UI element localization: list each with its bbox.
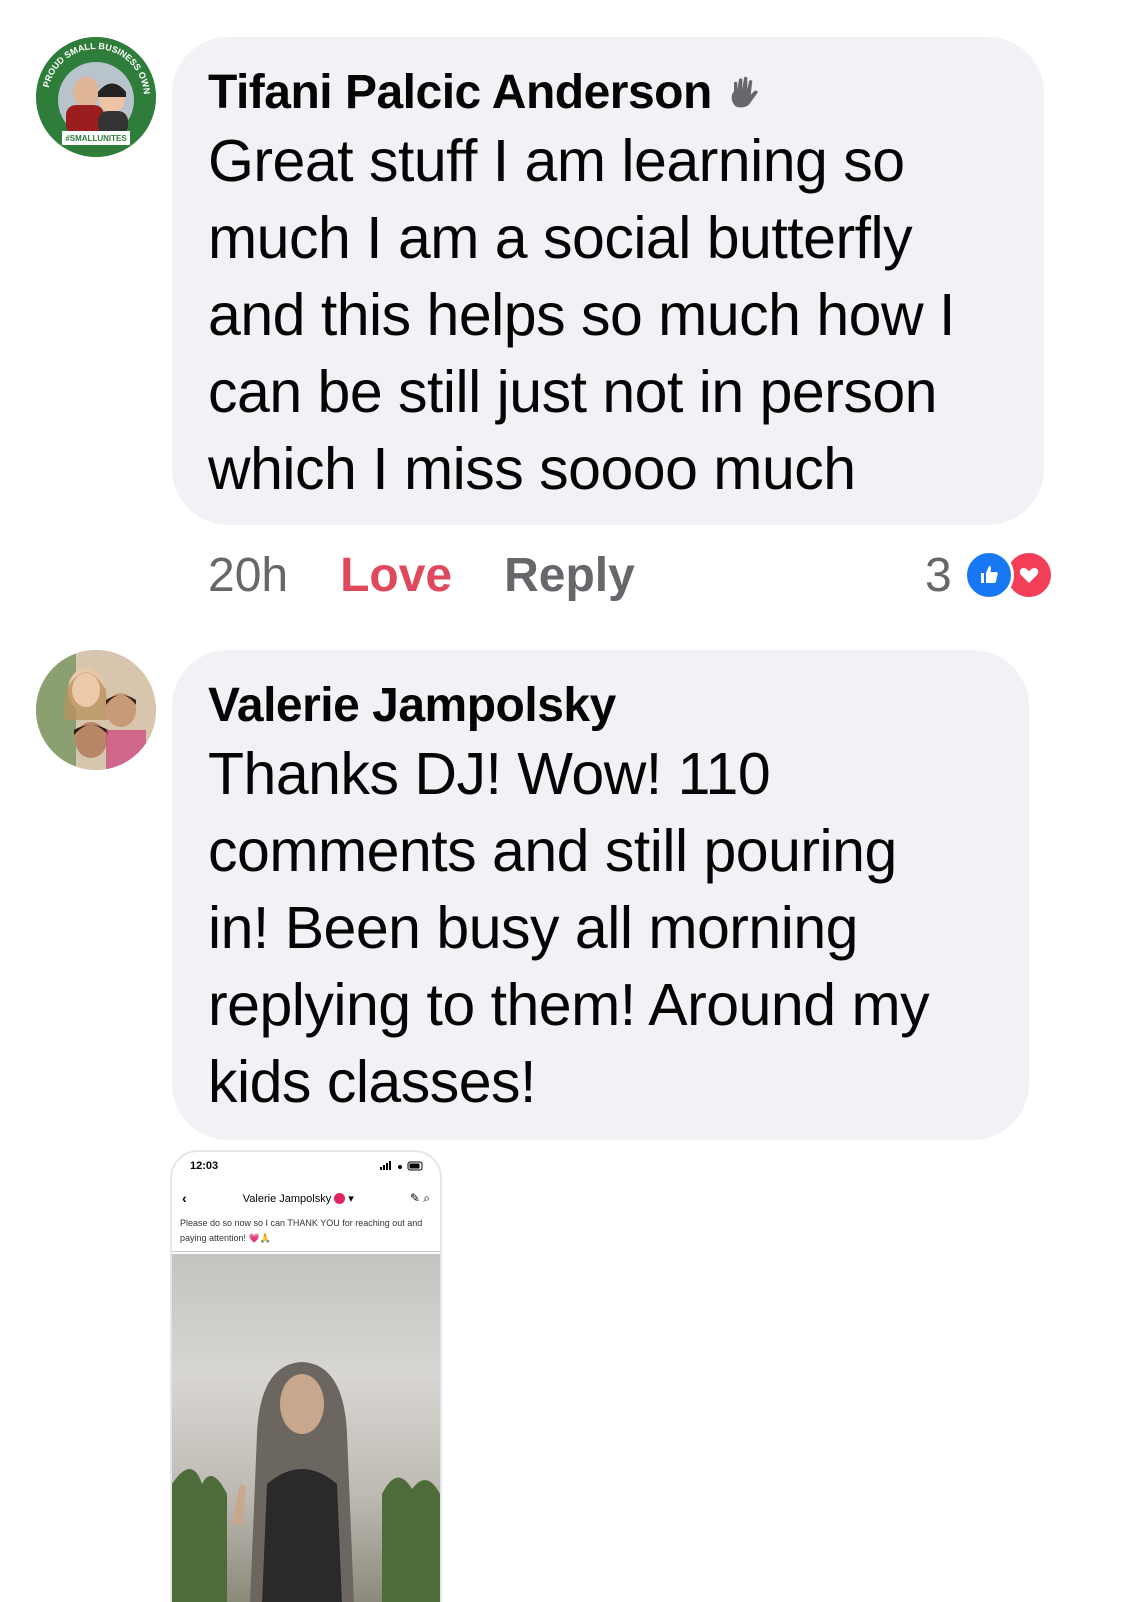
phone-header: ‹ Valerie Jampolsky ▾ ✎ ⌕ [172, 1180, 440, 1216]
attached-image[interactable]: 12:03 ‹ Valerie Jampolsky ▾ ✎ ⌕ Please d… [170, 1150, 442, 1602]
phone-status-bar: 12:03 [172, 1152, 440, 1180]
author-name[interactable]: Tifani Palcic Anderson [208, 63, 712, 123]
comment-author[interactable]: Tifani Palcic Anderson [208, 63, 1008, 123]
photo [172, 1254, 440, 1602]
comment-text: Great stuff I am learning so much I am a… [208, 128, 955, 502]
reaction-summary[interactable]: 3 [925, 545, 1054, 605]
notification-badge-icon [334, 1193, 346, 1205]
phone-header-title: Valerie Jampolsky ▾ [242, 1192, 354, 1205]
status-time: 12:03 [190, 1160, 219, 1172]
reaction-count: 3 [925, 548, 952, 602]
comment-author[interactable]: Valerie Jampolsky [208, 676, 993, 736]
avatar[interactable] [36, 650, 156, 770]
back-icon: ‹ [182, 1190, 187, 1206]
avatar-badge-bottom: #SMALLUNITES [65, 134, 127, 143]
wave-hand-icon [731, 76, 758, 108]
love-button[interactable]: Love [340, 548, 452, 603]
author-name[interactable]: Valerie Jampolsky [208, 676, 616, 736]
signal-battery-icon [380, 1161, 423, 1171]
edit-search-icons: ✎ ⌕ [409, 1190, 430, 1205]
comment-bubble: Valerie Jampolsky Thanks DJ! Wow! 110 co… [172, 650, 1029, 1140]
like-icon [963, 550, 1014, 600]
avatar[interactable]: PROUD SMALL BUSINESS OWNER #SMALLUNITES [36, 37, 156, 157]
avatar-image: PROUD SMALL BUSINESS OWNER #SMALLUNITES [36, 37, 156, 157]
comment-actions: 20h Love Reply [208, 545, 687, 605]
comment-bubble: Tifani Palcic Anderson Great stuff I am … [172, 37, 1044, 525]
reply-button[interactable]: Reply [504, 548, 635, 603]
phone-message: Please do so now so I can THANK YOU for … [172, 1216, 440, 1252]
comment-text: Thanks DJ! Wow! 110 comments and still p… [208, 741, 930, 1115]
timestamp[interactable]: 20h [208, 548, 288, 603]
avatar-image [36, 650, 156, 770]
